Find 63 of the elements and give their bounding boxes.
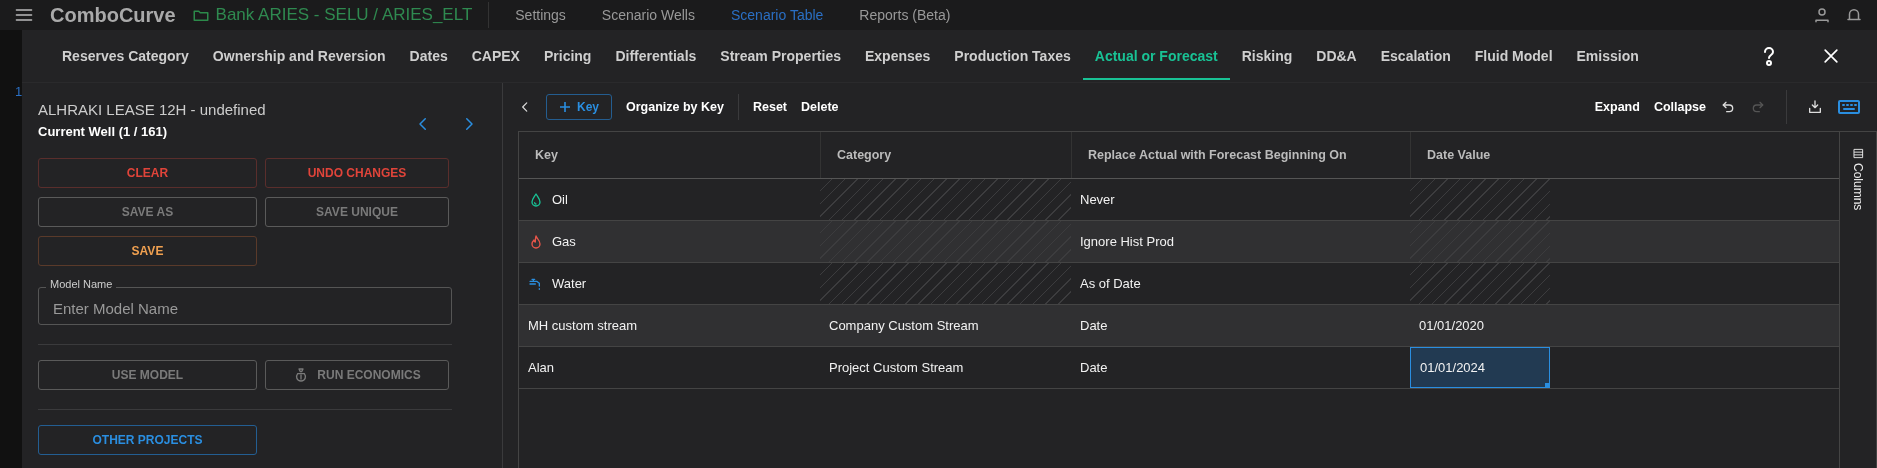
column-header[interactable]: Category: [820, 132, 1071, 178]
table-cell[interactable]: Alan: [519, 347, 820, 388]
table-cell[interactable]: Oil: [519, 179, 820, 220]
well-counter: Current Well (1 / 161): [38, 124, 169, 139]
table-cell[interactable]: As of Date: [1071, 263, 1410, 304]
action-button[interactable]: CLEAR: [38, 158, 257, 188]
tab[interactable]: Differentials: [603, 32, 709, 80]
toolbar-button[interactable]: Expand: [1594, 100, 1640, 114]
table-cell[interactable]: 01/01/2020: [1410, 305, 1550, 346]
table-cell[interactable]: Gas: [519, 221, 820, 262]
tab[interactable]: Escalation: [1368, 32, 1463, 80]
table-cell[interactable]: Never: [1071, 179, 1410, 220]
tab[interactable]: Actual or Forecast: [1082, 32, 1230, 80]
tab[interactable]: Stream Properties: [708, 32, 853, 80]
nav-link[interactable]: Settings: [505, 7, 576, 23]
tab[interactable]: Reserves Category: [50, 32, 201, 80]
plus-icon: [559, 101, 571, 113]
columns-icon: [1852, 148, 1864, 159]
fill-handle[interactable]: [1545, 383, 1550, 388]
column-header[interactable]: Date Value: [1410, 132, 1550, 178]
download-icon[interactable]: [1807, 99, 1823, 115]
tab[interactable]: DD&A: [1304, 32, 1369, 80]
nav-link[interactable]: Reports (Beta): [849, 7, 961, 23]
toolbar-button[interactable]: Collapse: [1653, 100, 1706, 114]
undo-icon[interactable]: [1720, 99, 1736, 115]
well-title: ALHRAKI LEASE 12H - undefined: [38, 101, 267, 118]
tab[interactable]: Risking: [1229, 32, 1305, 80]
drop-icon: [528, 191, 544, 208]
field-label: Model Name: [46, 278, 117, 290]
add-key-button[interactable]: Key: [546, 94, 612, 120]
table-cell[interactable]: Project Custom Stream: [820, 347, 1071, 388]
column-header[interactable]: Replace Actual with Forecast Beginning On: [1071, 132, 1410, 178]
app-logo: ComboCurve: [50, 3, 176, 27]
table-cell[interactable]: Water: [519, 263, 820, 304]
toolbar-button[interactable]: Reset: [752, 100, 787, 114]
flame-icon: [528, 233, 544, 250]
tab[interactable]: Ownership and Reversion: [200, 32, 398, 80]
project-path[interactable]: Bank ARIES - SELU / ARIES_ELT: [215, 5, 473, 25]
close-icon[interactable]: [1821, 46, 1841, 66]
columns-panel-tab[interactable]: Columns: [1839, 132, 1876, 468]
table-cell[interactable]: Company Custom Stream: [820, 305, 1071, 346]
toolbar-button[interactable]: Delete: [801, 100, 839, 114]
table-cell[interactable]: Date: [1071, 305, 1410, 346]
toolbar-button[interactable]: Organize by Key: [626, 100, 724, 114]
table-cell[interactable]: MH custom stream: [519, 305, 820, 346]
tab[interactable]: Fluid Model: [1462, 32, 1565, 80]
action-button[interactable]: UNDO CHANGES: [265, 158, 449, 188]
tab[interactable]: Expenses: [852, 32, 943, 80]
nav-link[interactable]: Scenario Wells: [591, 7, 705, 23]
table-cell[interactable]: Date: [1071, 347, 1410, 388]
tab[interactable]: Emission: [1564, 32, 1651, 80]
row-number: 1: [15, 84, 23, 99]
tab[interactable]: CAPEX: [459, 32, 532, 80]
table-cell[interactable]: 01/01/2024: [1410, 347, 1550, 388]
model-name-field[interactable]: Enter Model Name: [38, 287, 452, 325]
table-cell[interactable]: Ignore Hist Prod: [1071, 221, 1410, 262]
tab[interactable]: Dates: [397, 32, 460, 80]
tab[interactable]: Production Taxes: [942, 32, 1083, 80]
action-button[interactable]: OTHER PROJECTS: [38, 425, 257, 455]
tab[interactable]: Pricing: [531, 32, 604, 80]
user-icon[interactable]: [1813, 6, 1831, 24]
action-button[interactable]: SAVE: [38, 236, 257, 266]
column-header[interactable]: Key: [519, 132, 820, 178]
